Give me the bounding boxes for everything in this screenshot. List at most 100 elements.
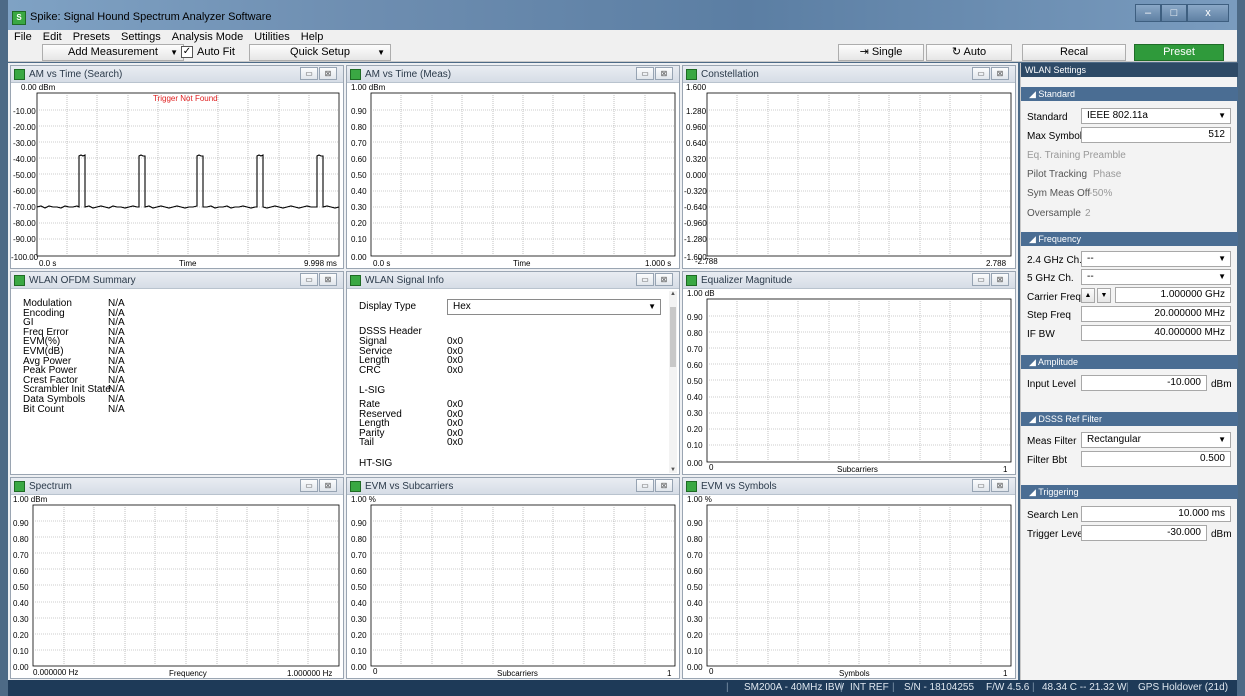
panel-close-button[interactable]: ⊠ bbox=[655, 479, 673, 492]
panel-close-button[interactable]: ⊠ bbox=[655, 273, 673, 286]
panel-close-button[interactable]: ⊠ bbox=[991, 273, 1009, 286]
collapse-triangle-icon: ◢ bbox=[1029, 414, 1039, 424]
filter-bbt-field[interactable]: 0.500 bbox=[1081, 451, 1231, 467]
plot-area[interactable]: 1.00 dBm 0.90 0.80 0.70 0.60 0.50 0.40 0… bbox=[347, 83, 679, 268]
collapse-triangle-icon: ◢ bbox=[1029, 357, 1038, 367]
menu-edit[interactable]: Edit bbox=[43, 30, 62, 44]
panel-minimize-button[interactable]: ▭ bbox=[972, 67, 990, 80]
panel-minimize-button[interactable]: ▭ bbox=[300, 479, 318, 492]
standard-select[interactable]: IEEE 802.11a ▼ bbox=[1081, 108, 1231, 124]
ch5-select[interactable]: -- ▼ bbox=[1081, 269, 1231, 285]
auto-fit-checkbox[interactable]: ✓ bbox=[181, 46, 193, 58]
panel-minimize-button[interactable]: ▭ bbox=[636, 479, 654, 492]
minimize-button[interactable]: – bbox=[1135, 4, 1161, 22]
trigger-level-field[interactable]: -30.000 bbox=[1081, 525, 1207, 541]
increment-up-icon[interactable]: ▲ bbox=[1081, 288, 1095, 303]
add-measurement-dropdown[interactable]: Add Measurement ▼ bbox=[42, 44, 184, 61]
collapse-triangle-icon: ◢ bbox=[1029, 234, 1039, 244]
panel-close-button[interactable]: ⊠ bbox=[991, 479, 1009, 492]
panel-close-button[interactable]: ⊠ bbox=[319, 67, 337, 80]
x-axis-label: Frequency bbox=[169, 669, 207, 678]
if-bw-field[interactable]: 40.000000 MHz bbox=[1081, 325, 1231, 341]
y-tick-label: 0.80 bbox=[687, 329, 703, 338]
panel-close-button[interactable]: ⊠ bbox=[655, 67, 673, 80]
panel-header: EVM vs Symbols ▭ ⊠ bbox=[683, 478, 1015, 495]
panel-minimize-button[interactable]: ▭ bbox=[636, 67, 654, 80]
y-tick-label: 0.60 bbox=[351, 567, 367, 576]
single-button[interactable]: ⇥ Single bbox=[838, 44, 924, 61]
panel-minimize-button[interactable]: ▭ bbox=[300, 67, 318, 80]
menu-analysis-mode[interactable]: Analysis Mode bbox=[172, 30, 244, 44]
scroll-up-icon[interactable]: ▲ bbox=[670, 291, 676, 297]
carrier-freq-field[interactable]: 1.000000 GHz bbox=[1115, 287, 1231, 303]
panel-title: EVM vs Symbols bbox=[701, 481, 777, 492]
status-bar: | SM200A - 40MHz IBW | INT REF | S/N - 1… bbox=[8, 680, 1237, 696]
plot-area[interactable]: 1.600 1.280 0.960 0.640 0.320 0.000 -0.3… bbox=[683, 83, 1015, 268]
plot-area[interactable]: 0.00 dBm -10.00 -20.00 -30.00 -40.00 -50… bbox=[11, 83, 343, 268]
pilot-tracking-label: Pilot Tracking bbox=[1027, 169, 1088, 180]
menu-file[interactable]: File bbox=[14, 30, 32, 44]
plot-area[interactable]: 1.00 % 0.90 0.80 0.70 0.60 0.50 0.40 0.3… bbox=[347, 495, 679, 678]
scrollbar-thumb[interactable] bbox=[670, 307, 676, 367]
ch24-value: -- bbox=[1087, 253, 1094, 264]
section-amplitude[interactable]: ◢ Amplitude bbox=[1021, 355, 1238, 369]
menu-presets[interactable]: Presets bbox=[73, 30, 110, 44]
y-tick-label: -30.00 bbox=[13, 139, 36, 148]
plot-area[interactable]: 1.00 dB 0.90 0.80 0.70 0.60 0.50 0.40 0.… bbox=[683, 289, 1015, 474]
menu-help[interactable]: Help bbox=[301, 30, 324, 44]
max-symbols-field[interactable]: 512 bbox=[1081, 127, 1231, 143]
y-tick-label: -10.00 bbox=[13, 107, 36, 116]
quick-setup-dropdown[interactable]: Quick Setup ▼ bbox=[249, 44, 391, 61]
auto-button[interactable]: ↻ Auto bbox=[926, 44, 1012, 61]
maximize-button[interactable]: □ bbox=[1161, 4, 1187, 22]
info-row: Length 0x0 bbox=[359, 356, 519, 366]
preset-button[interactable]: Preset bbox=[1134, 44, 1224, 61]
panel-wlan-ofdm-summary: WLAN OFDM Summary ▭ ⊠ Modulation N/A Encod… bbox=[10, 271, 344, 475]
section-title: Frequency bbox=[1038, 234, 1081, 244]
menu-settings[interactable]: Settings bbox=[121, 30, 161, 44]
panel-close-button[interactable]: ⊠ bbox=[991, 67, 1009, 80]
panel-close-button[interactable]: ⊠ bbox=[319, 273, 337, 286]
section-title: DSSS Ref Filter bbox=[1038, 414, 1102, 424]
meas-filter-select[interactable]: Rectangular ▼ bbox=[1081, 432, 1231, 448]
y-axis-labels: 1.00 % 0.90 0.80 0.70 0.60 0.50 0.40 0.3… bbox=[351, 495, 376, 672]
vertical-scrollbar[interactable]: ▲ ▼ bbox=[669, 291, 677, 473]
panel-minimize-button[interactable]: ▭ bbox=[972, 479, 990, 492]
display-type-select[interactable]: Hex ▼ bbox=[447, 299, 661, 315]
section-frequency[interactable]: ◢ Frequency bbox=[1021, 232, 1238, 246]
ch24-label: 2.4 GHz Ch. bbox=[1027, 255, 1083, 266]
refresh-icon: ↻ bbox=[951, 46, 964, 58]
section-standard[interactable]: ◢ Standard bbox=[1021, 87, 1238, 101]
plot-area[interactable]: 1.00 % 0.90 0.80 0.70 0.60 0.50 0.40 0.3… bbox=[683, 495, 1015, 678]
panel-minimize-button[interactable]: ▭ bbox=[300, 273, 318, 286]
panel-minimize-button[interactable]: ▭ bbox=[636, 273, 654, 286]
trigger-status-annotation: Trigger Not Found bbox=[153, 94, 218, 103]
x-end-label: 9.998 ms bbox=[304, 259, 337, 268]
panel-body: 1.00 % 0.90 0.80 0.70 0.60 0.50 0.40 0.3… bbox=[347, 495, 679, 678]
status-device: SM200A - 40MHz IBW bbox=[744, 682, 845, 693]
display-type-value: Hex bbox=[453, 301, 471, 312]
panel-close-button[interactable]: ⊠ bbox=[319, 479, 337, 492]
recal-button[interactable]: Recal bbox=[1022, 44, 1126, 61]
y-tick-label: -20.00 bbox=[13, 123, 36, 132]
section-dsss-ref-filter[interactable]: ◢ DSSS Ref Filter bbox=[1021, 412, 1238, 426]
close-button[interactable]: x bbox=[1187, 4, 1229, 22]
chevron-down-icon: ▼ bbox=[648, 302, 656, 311]
summary-row: Bit Count N/A bbox=[23, 404, 125, 415]
plot-area[interactable]: 1.00 dBm 0.90 0.80 0.70 0.60 0.50 0.40 0… bbox=[11, 495, 343, 678]
menu-utilities[interactable]: Utilities bbox=[254, 30, 289, 44]
y-tick-label: -1.280 bbox=[684, 235, 707, 244]
info-row: CRC 0x0 bbox=[359, 365, 519, 375]
x-end-label: 1 bbox=[1003, 669, 1008, 678]
status-ref: INT REF bbox=[850, 682, 889, 693]
ch24-select[interactable]: -- ▼ bbox=[1081, 251, 1231, 267]
increment-down-icon[interactable]: ▼ bbox=[1097, 288, 1111, 303]
input-level-field[interactable]: -10.000 bbox=[1081, 375, 1207, 391]
step-freq-field[interactable]: 20.000000 MHz bbox=[1081, 306, 1231, 322]
auto-fit-label: Auto Fit bbox=[197, 46, 235, 58]
panel-minimize-button[interactable]: ▭ bbox=[972, 273, 990, 286]
section-triggering[interactable]: ◢ Triggering bbox=[1021, 485, 1238, 499]
search-len-field[interactable]: 10.000 ms bbox=[1081, 506, 1231, 522]
scroll-down-icon[interactable]: ▼ bbox=[670, 467, 676, 473]
window-controls: – □ x bbox=[1135, 4, 1229, 22]
